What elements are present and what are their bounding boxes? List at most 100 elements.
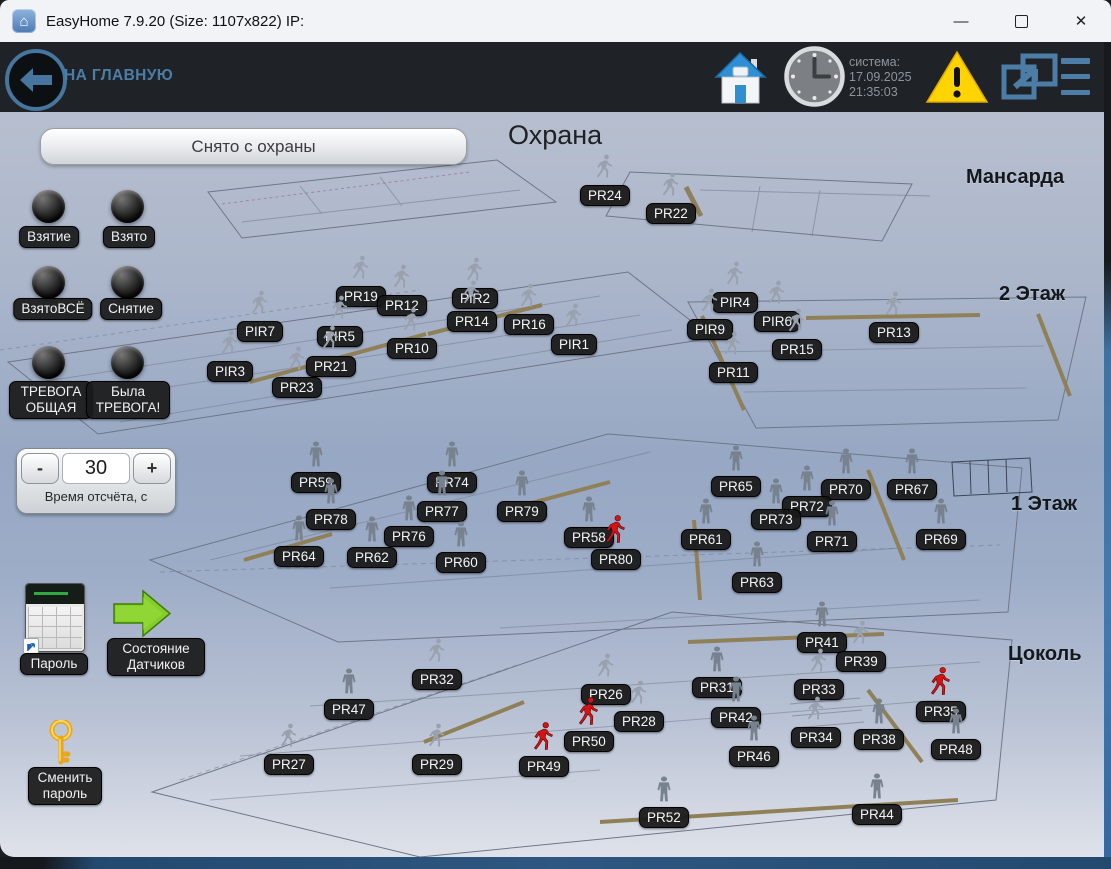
- person-walking-icon: [286, 344, 308, 374]
- sensor-pr63[interactable]: PR63: [732, 572, 782, 593]
- sensor-pr65[interactable]: PR65: [711, 476, 761, 497]
- navbar: НА ГЛАВНУЮ система: 17.09.2025 21:35:03: [0, 42, 1111, 112]
- window-title: EasyHome 7.9.20 (Size: 1107x822) IP:: [46, 13, 304, 30]
- sensor-label: PR46: [729, 746, 779, 767]
- sensor-pr76[interactable]: PR76: [384, 526, 434, 547]
- sensor-pir3[interactable]: PIR3: [207, 361, 253, 382]
- sensor-pr80[interactable]: PR80: [591, 549, 641, 570]
- sensor-label: PR14: [447, 311, 497, 332]
- indicator-label: Взято: [103, 226, 155, 248]
- indicator-was-alarm-orb[interactable]: [111, 346, 144, 379]
- sensor-pr62[interactable]: PR62: [347, 547, 397, 568]
- person-standing-icon: [835, 446, 857, 476]
- sensor-pr46[interactable]: PR46: [729, 746, 779, 767]
- person-walking-icon: [628, 678, 650, 708]
- sensor-pr44[interactable]: PR44: [852, 804, 902, 825]
- sensor-pr79[interactable]: PR79: [497, 501, 547, 522]
- sensor-label: PR71: [807, 531, 857, 552]
- sensor-label: PR78: [306, 509, 356, 530]
- sensor-pr50[interactable]: PR50: [564, 731, 614, 752]
- indicator-vzyatie-orb[interactable]: [32, 190, 65, 223]
- close-button[interactable]: ✕: [1051, 0, 1111, 42]
- person-standing-icon: [398, 493, 420, 523]
- sensor-label: PR69: [916, 529, 966, 550]
- indicator-vzyato-orb[interactable]: [111, 190, 144, 223]
- sensor-label: PR49: [519, 756, 569, 777]
- status-button[interactable]: Снято с охраны: [40, 128, 467, 165]
- menu-icon[interactable]: [1061, 58, 1090, 95]
- sensors-state-label[interactable]: Состояние Датчиков: [107, 638, 205, 676]
- sensor-pr24[interactable]: PR24: [580, 185, 630, 206]
- sensor-label: PR13: [869, 322, 919, 343]
- key-icon[interactable]: [44, 720, 78, 766]
- sensor-pr34[interactable]: PR34: [791, 727, 841, 748]
- password-label[interactable]: Пароль: [20, 653, 88, 675]
- sensor-pr38[interactable]: PR38: [854, 729, 904, 750]
- indicator-vzyato-vse-orb[interactable]: [32, 266, 65, 299]
- person-standing-icon: [765, 476, 787, 506]
- back-label[interactable]: НА ГЛАВНУЮ: [64, 67, 173, 85]
- sensor-pr28[interactable]: PR28: [614, 711, 664, 732]
- floor-label: 1 Этаж: [1011, 493, 1077, 516]
- clock-icon[interactable]: [784, 46, 845, 107]
- sensor-pr22[interactable]: PR22: [646, 203, 696, 224]
- home-icon[interactable]: [713, 51, 768, 105]
- person-walking-icon: [724, 259, 746, 289]
- person-walking-icon: [563, 301, 585, 331]
- sensor-label: PIR1: [551, 334, 597, 355]
- sensor-pr60[interactable]: PR60: [436, 552, 486, 573]
- warning-icon[interactable]: [925, 50, 989, 105]
- sensor-pr73[interactable]: PR73: [751, 509, 801, 530]
- sensor-label: PR73: [751, 509, 801, 530]
- indicator-alarm-orb[interactable]: [32, 346, 65, 379]
- sensor-pr16[interactable]: PR16: [504, 314, 554, 335]
- counter-minus-button[interactable]: -: [21, 453, 59, 484]
- maximize-button[interactable]: [991, 0, 1051, 42]
- keypad-icon[interactable]: [25, 583, 85, 652]
- person-walking-icon: [594, 152, 616, 182]
- sensor-pr61[interactable]: PR61: [681, 529, 731, 550]
- indicator-label: Снятие: [100, 298, 162, 320]
- app-icon: ⌂: [12, 9, 36, 33]
- sensor-pr64[interactable]: PR64: [274, 546, 324, 567]
- sensor-pr13[interactable]: PR13: [869, 322, 919, 343]
- sensor-pr71[interactable]: PR71: [807, 531, 857, 552]
- sensor-label: PR10: [387, 338, 437, 359]
- sensor-pir1[interactable]: PIR1: [551, 334, 597, 355]
- system-time: 21:35:03: [849, 85, 912, 100]
- indicator-snyatie-orb[interactable]: [111, 266, 144, 299]
- change-password-label[interactable]: Сменить пароль: [28, 767, 102, 805]
- sensor-pr69[interactable]: PR69: [916, 529, 966, 550]
- sensor-pr78[interactable]: PR78: [306, 509, 356, 530]
- sensor-label: PR21: [306, 356, 356, 377]
- counter-plus-button[interactable]: +: [133, 453, 171, 484]
- sensor-pr23[interactable]: PR23: [272, 377, 322, 398]
- sensor-pr14[interactable]: PR14: [447, 311, 497, 332]
- person-alarm-icon: [603, 513, 629, 547]
- minimize-button[interactable]: —: [931, 0, 991, 42]
- sensor-pr39[interactable]: PR39: [836, 651, 886, 672]
- sensor-pr11[interactable]: PR11: [709, 362, 758, 383]
- sensor-pr49[interactable]: PR49: [519, 756, 569, 777]
- sensor-label: PR27: [264, 754, 314, 775]
- sensor-pr32[interactable]: PR32: [412, 669, 462, 690]
- sensor-pr10[interactable]: PR10: [387, 338, 437, 359]
- sensor-pir7[interactable]: PIR7: [237, 321, 283, 342]
- sensor-pr21[interactable]: PR21: [306, 356, 356, 377]
- indicator-label: ТРЕВОГА ОБЩАЯ: [9, 381, 93, 419]
- person-walking-icon: [426, 721, 448, 751]
- sensor-pr27[interactable]: PR27: [264, 754, 314, 775]
- sensors-state-arrow-icon[interactable]: [113, 589, 171, 638]
- person-standing-icon: [320, 476, 342, 506]
- person-standing-icon: [338, 666, 360, 696]
- person-standing-icon: [725, 443, 747, 473]
- person-walking-icon: [350, 253, 372, 283]
- sensor-pr52[interactable]: PR52: [639, 807, 689, 828]
- sensor-pr15[interactable]: PR15: [772, 339, 822, 360]
- back-button[interactable]: [5, 49, 67, 111]
- sensor-pr48[interactable]: PR48: [931, 739, 981, 760]
- expand-icon[interactable]: [1001, 53, 1058, 101]
- sensor-pr47[interactable]: PR47: [324, 699, 374, 720]
- sensor-pr29[interactable]: PR29: [412, 754, 462, 775]
- person-walking-icon: [786, 306, 808, 336]
